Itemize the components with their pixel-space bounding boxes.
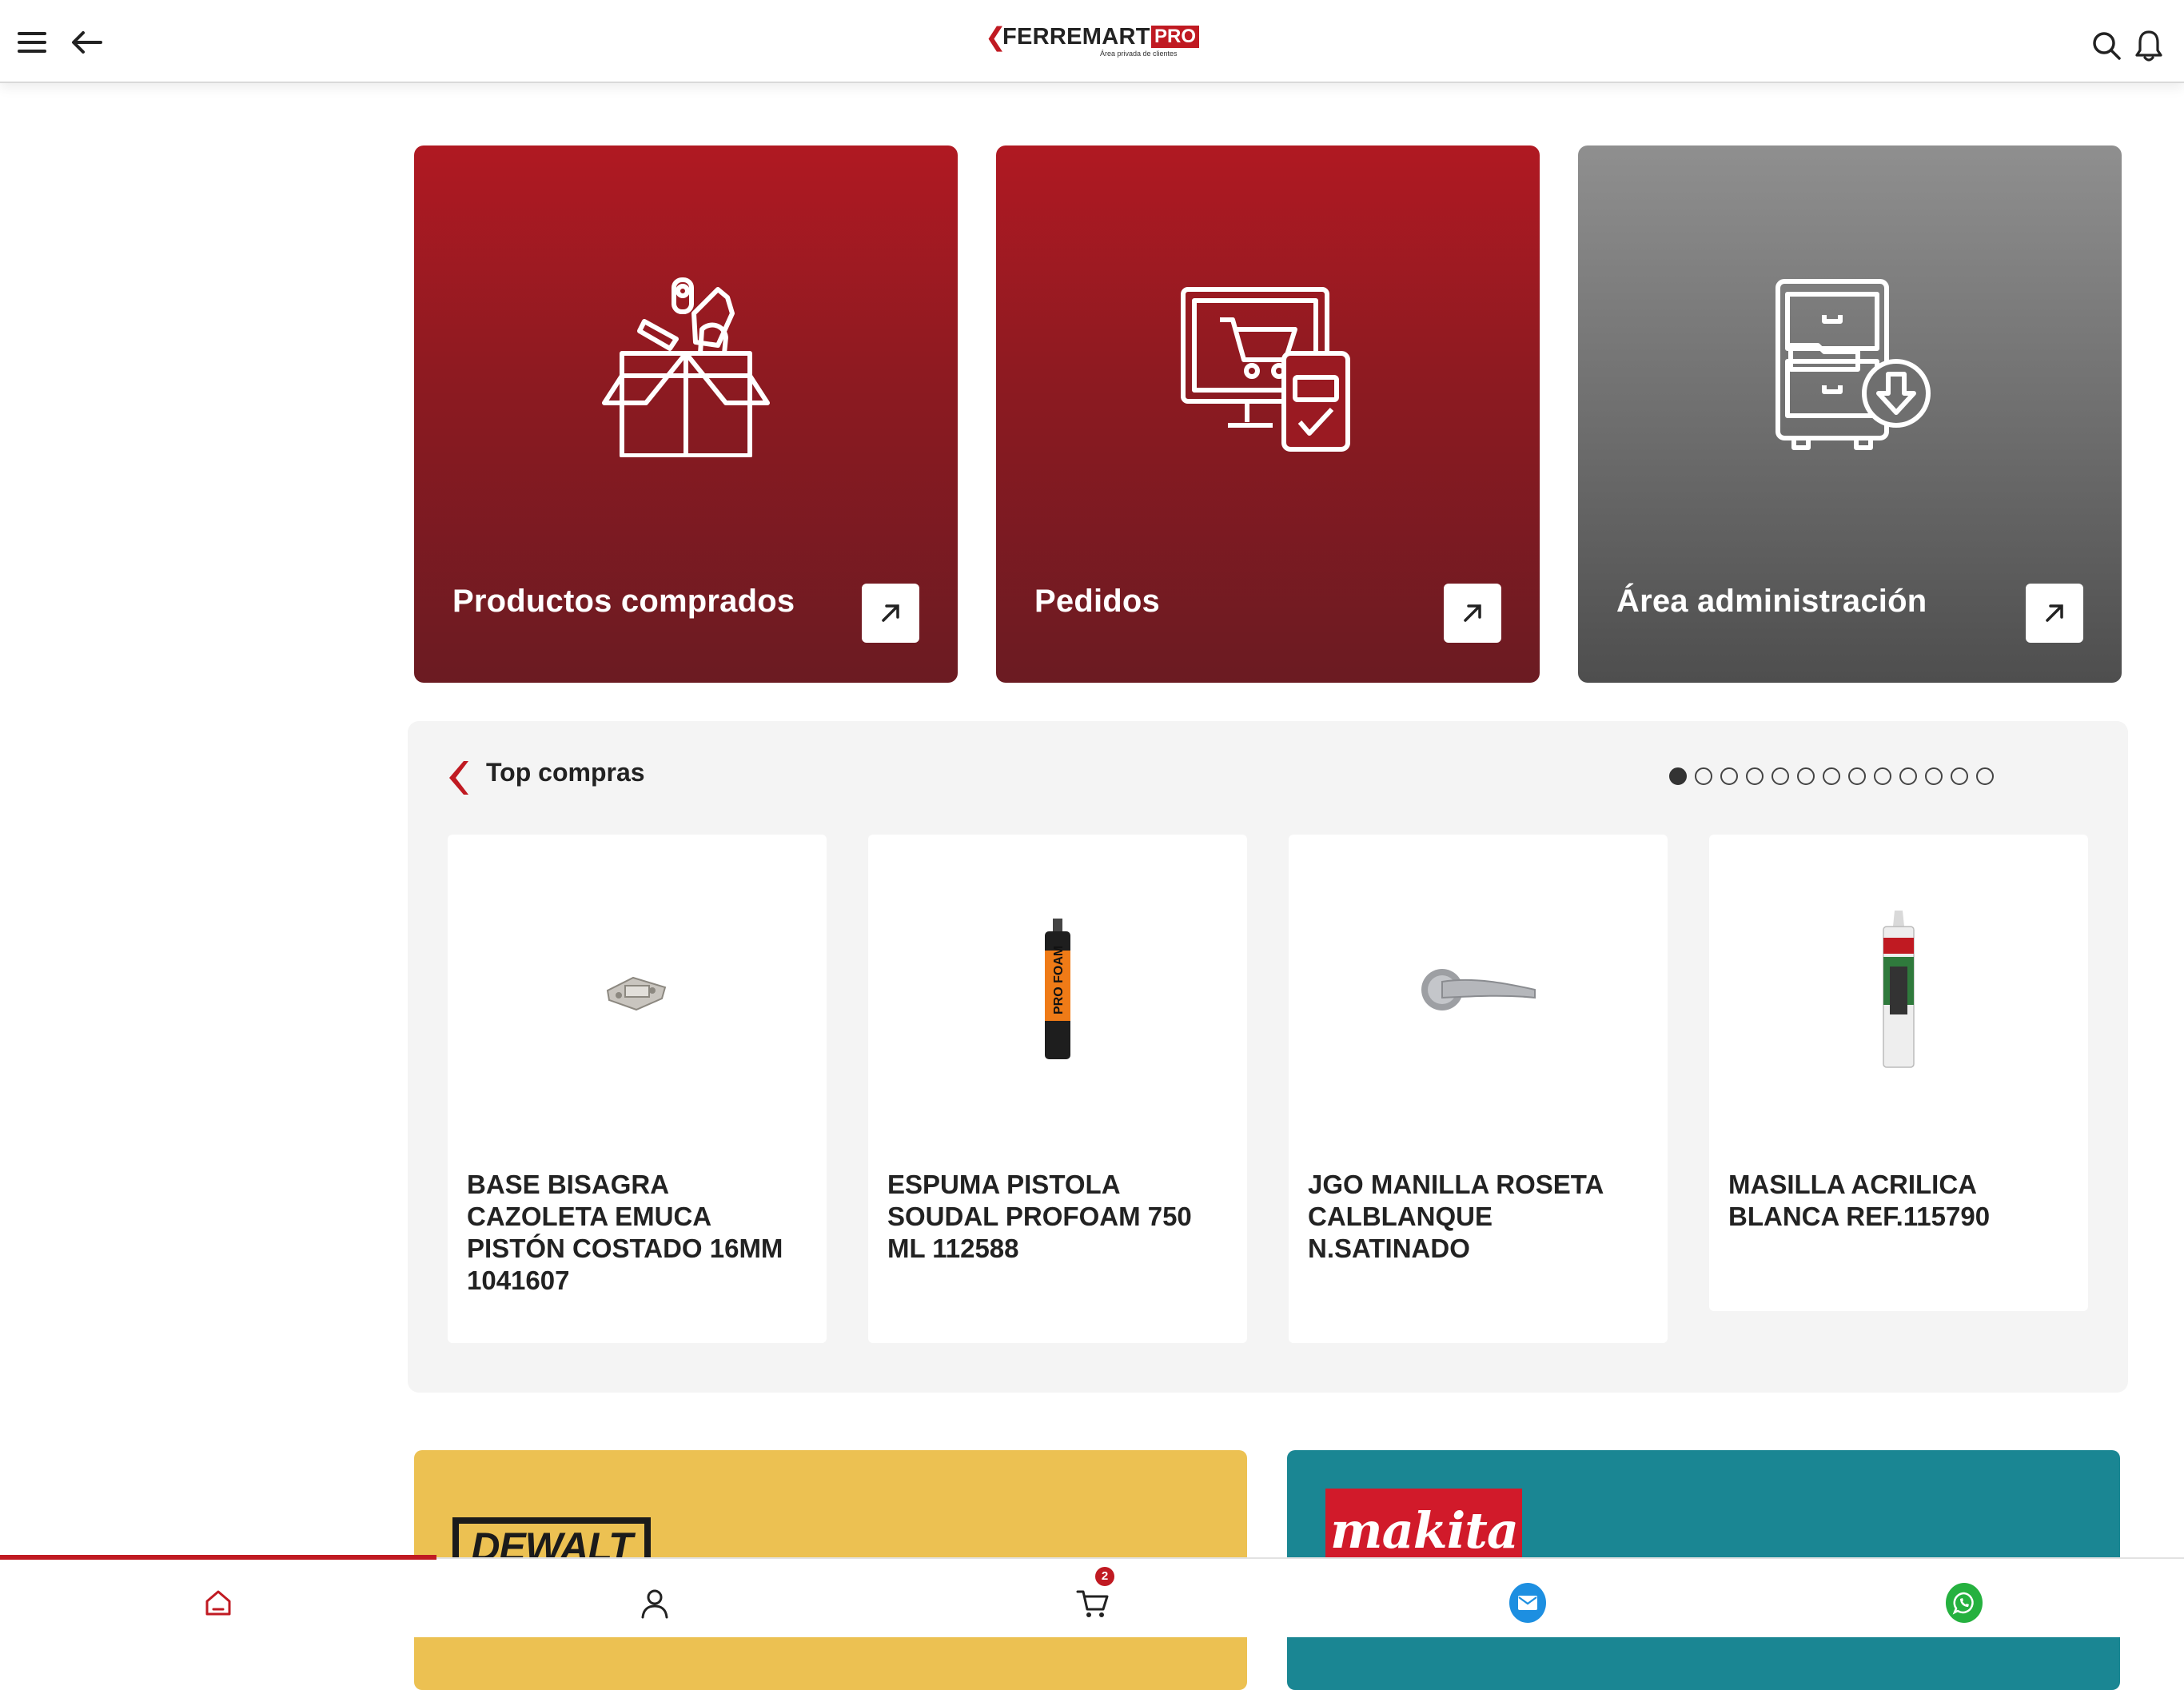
- top-compras-section: Top compras BASE BISAGRA CAZOLETA EMUCA …: [408, 721, 2128, 1393]
- box-with-tools-icon: [602, 277, 770, 457]
- carousel-dot[interactable]: [1925, 767, 1943, 785]
- product-card[interactable]: BASE BISAGRA CAZOLETA EMUCA PISTÓN COSTA…: [448, 835, 827, 1343]
- card-label: Productos comprados: [452, 584, 795, 619]
- product-card[interactable]: PRO FOAM ESPUMA PISTOLA SOUDAL PROFOAM 7…: [868, 835, 1247, 1343]
- ferremart-pro-logo[interactable]: ❮ FERREMART PRO Área privada de clientes: [985, 24, 1201, 59]
- arrow-up-right-icon[interactable]: [1444, 584, 1501, 643]
- carousel-dot[interactable]: [1669, 767, 1687, 785]
- back-arrow-icon[interactable]: [70, 29, 102, 56]
- carousel-dot[interactable]: [1848, 767, 1866, 785]
- bottom-navigation: 2: [0, 1555, 2184, 1637]
- home-icon[interactable]: [200, 1584, 237, 1621]
- carousel-dot[interactable]: [1899, 767, 1917, 785]
- cart-count-badge: 2: [1095, 1567, 1114, 1586]
- arrow-up-right-icon[interactable]: [2026, 584, 2083, 643]
- user-icon[interactable]: [636, 1584, 673, 1621]
- carousel-dot[interactable]: [1746, 767, 1764, 785]
- card-label: Área administración: [1616, 584, 1927, 619]
- product-name: MASILLA ACRILICA BLANCA REF.115790: [1728, 1170, 1991, 1231]
- carousel-dot[interactable]: [1695, 767, 1712, 785]
- product-name: JGO MANILLA ROSETA CALBLANQUE N.SATINADO: [1308, 1170, 1604, 1263]
- card-area-administracion[interactable]: Área administración: [1578, 145, 2122, 683]
- carousel-pagination: [1669, 767, 1994, 785]
- carousel-dot[interactable]: [1976, 767, 1994, 785]
- product-image: PRO FOAM: [868, 835, 1247, 1146]
- carousel-dot[interactable]: [1797, 767, 1815, 785]
- carousel-dot[interactable]: [1874, 767, 1891, 785]
- logo-pro-badge: PRO: [1151, 26, 1200, 48]
- carousel-dot[interactable]: [1951, 767, 1968, 785]
- product-image: [448, 835, 827, 1146]
- svg-text:PRO FOAM: PRO FOAM: [1052, 946, 1066, 1014]
- top-bar: ❮ FERREMART PRO Área privada de clientes: [0, 0, 2184, 83]
- filing-cabinet-download-icon: [1775, 279, 1931, 450]
- card-label: Pedidos: [1034, 584, 1160, 619]
- active-tab-indicator: [0, 1555, 436, 1560]
- product-name: ESPUMA PISTOLA SOUDAL PROFOAM 750 ML 112…: [887, 1170, 1192, 1263]
- product-name: BASE BISAGRA CAZOLETA EMUCA PISTÓN COSTA…: [467, 1170, 783, 1295]
- hamburger-menu-icon[interactable]: [18, 32, 46, 53]
- whatsapp-icon[interactable]: [1946, 1583, 1983, 1623]
- mail-icon[interactable]: [1509, 1583, 1546, 1623]
- section-title: Top compras: [486, 758, 645, 787]
- carousel-dot[interactable]: [1720, 767, 1738, 785]
- ferremart-chevron-icon: [449, 761, 468, 795]
- notifications-bell-icon[interactable]: [2134, 29, 2163, 62]
- online-order-computer-icon: [1181, 287, 1350, 452]
- arrow-up-right-icon[interactable]: [862, 584, 919, 643]
- logo-tagline: Área privada de clientes: [1100, 50, 1178, 58]
- product-image: [1709, 835, 2088, 1146]
- product-image: [1289, 835, 1668, 1146]
- carousel-dot[interactable]: [1823, 767, 1840, 785]
- logo-wordmark: FERREMART: [1002, 24, 1150, 50]
- product-card[interactable]: MASILLA ACRILICA BLANCA REF.115790: [1709, 835, 2088, 1311]
- product-card[interactable]: JGO MANILLA ROSETA CALBLANQUE N.SATINADO: [1289, 835, 1668, 1343]
- makita-logo: makita: [1325, 1489, 1522, 1565]
- card-pedidos[interactable]: Pedidos: [996, 145, 1540, 683]
- card-productos-comprados[interactable]: Productos comprados: [414, 145, 958, 683]
- carousel-dot[interactable]: [1772, 767, 1789, 785]
- cart-icon[interactable]: [1074, 1584, 1111, 1621]
- search-icon[interactable]: [2091, 30, 2122, 61]
